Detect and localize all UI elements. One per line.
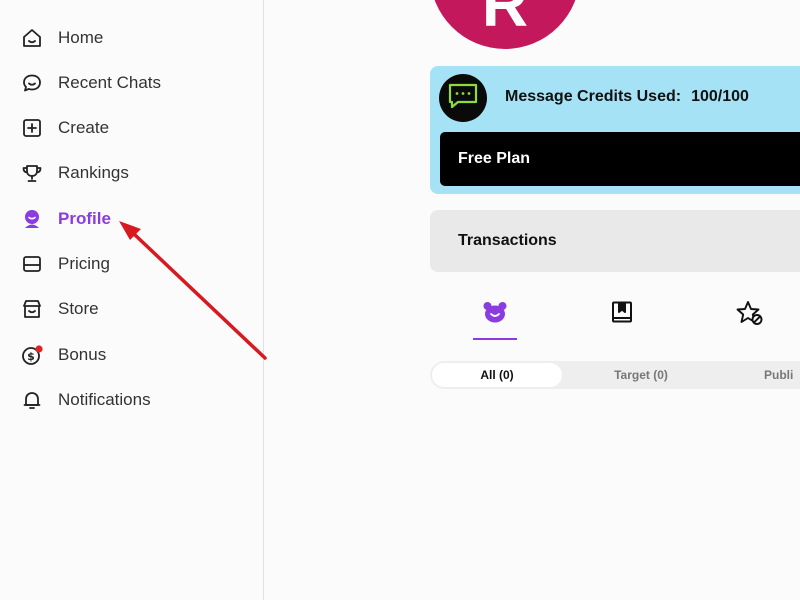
sidebar-item-label: Profile [58,209,111,228]
sidebar-item-label: Rankings [58,163,129,182]
svg-text:$: $ [27,350,35,363]
credits-card: Message Credits Used: 100/100 Free Plan [430,66,800,194]
tab-hidden-favorites[interactable] [728,300,772,338]
tab-bookmarks[interactable] [600,300,644,338]
filter-target[interactable]: Target (0) [576,363,706,387]
profile-icon [21,208,43,230]
sidebar-item-label: Home [58,28,104,47]
plan-bar[interactable]: Free Plan [440,132,800,186]
sidebar-item-label: Create [58,118,110,137]
tab-characters[interactable] [473,300,517,340]
sidebar-item-store[interactable]: Store [21,294,99,324]
avatar-initial: R [481,0,529,40]
sidebar-item-rankings[interactable]: Rankings [21,158,129,188]
avatar[interactable]: R [430,0,580,49]
sidebar-item-label: Store [58,299,99,318]
star-hidden-icon [736,300,764,331]
sidebar: Home Recent Chats Create Rankings Profil… [0,0,264,600]
plan-label: Free Plan [458,150,531,167]
store-icon [21,298,43,320]
main-content: R Message Credits Used: 100/100 Free Plan [264,0,800,600]
bell-icon [21,389,43,411]
message-icon-circle [439,74,487,122]
sidebar-item-label: Recent Chats [58,73,161,92]
chat-bubble-icon [21,72,43,94]
bookmark-book-icon [610,300,634,329]
sidebar-item-profile[interactable]: Profile [21,204,111,234]
plus-square-icon [21,117,43,139]
bonus-coin-icon: $ [21,344,43,366]
sidebar-item-create[interactable]: Create [21,113,109,143]
credits-label: Message Credits Used: [505,88,682,105]
filter-bar: All (0) Target (0) Publi [430,361,800,389]
sidebar-item-home[interactable]: Home [21,23,103,53]
bear-face-icon [482,300,508,329]
sidebar-item-label: Pricing [58,254,110,273]
credit-card-icon [21,253,43,275]
credits-usage: Message Credits Used: 100/100 [505,88,749,106]
transactions-label: Transactions [458,232,557,249]
sidebar-item-notifications[interactable]: Notifications [21,385,151,415]
filter-all[interactable]: All (0) [432,363,562,387]
home-icon [21,27,43,49]
app-window: Home Recent Chats Create Rankings Profil… [0,0,800,600]
sidebar-item-recent-chats[interactable]: Recent Chats [21,68,161,98]
credits-value: 100/100 [691,88,749,105]
sidebar-item-label: Notifications [58,390,151,409]
transactions-section[interactable]: Transactions [430,210,800,272]
trophy-icon [21,162,43,184]
sidebar-item-pricing[interactable]: Pricing [21,249,110,279]
sidebar-item-bonus[interactable]: $ Bonus [21,340,106,370]
message-dots-icon [447,82,479,115]
sidebar-item-label: Bonus [58,345,107,364]
filter-public[interactable]: Publi [730,363,800,387]
